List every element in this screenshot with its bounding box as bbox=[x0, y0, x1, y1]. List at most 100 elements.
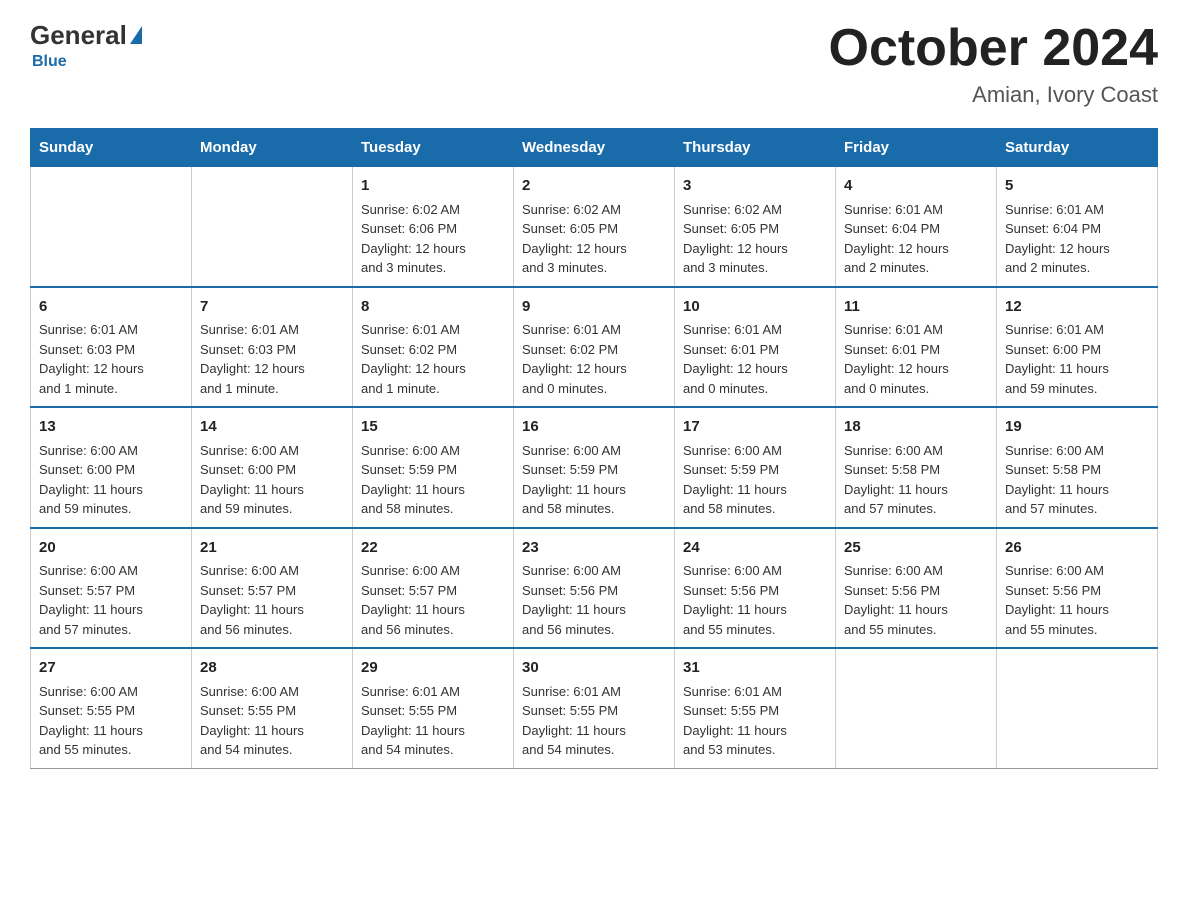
calendar-week-row: 20 Sunrise: 6:00 AM Sunset: 5:57 PM Dayli… bbox=[31, 528, 1158, 649]
weekday-header-thursday: Thursday bbox=[675, 129, 836, 167]
day-info: Sunrise: 6:00 AM Sunset: 5:59 PM Dayligh… bbox=[683, 443, 787, 517]
logo-triangle-icon bbox=[130, 26, 142, 44]
calendar-cell: 20 Sunrise: 6:00 AM Sunset: 5:57 PM Dayli… bbox=[31, 528, 192, 649]
location-title: Amian, Ivory Coast bbox=[829, 82, 1159, 108]
calendar-cell: 11Sunrise: 6:01 AM Sunset: 6:01 PM Dayli… bbox=[836, 287, 997, 408]
calendar-cell: 26 Sunrise: 6:00 AM Sunset: 5:56 PM Dayli… bbox=[997, 528, 1158, 649]
calendar-cell: 18 Sunrise: 6:00 AM Sunset: 5:58 PM Dayli… bbox=[836, 407, 997, 528]
day-number: 23 bbox=[522, 537, 666, 560]
calendar-cell: 31Sunrise: 6:01 AM Sunset: 5:55 PM Dayli… bbox=[675, 648, 836, 768]
logo-general: General bbox=[30, 20, 127, 51]
day-info: Sunrise: 6:01 AM Sunset: 6:01 PM Dayligh… bbox=[683, 322, 788, 396]
day-number: 18 bbox=[844, 416, 988, 439]
day-info: Sunrise: 6:01 AM Sunset: 6:04 PM Dayligh… bbox=[844, 202, 949, 276]
day-number: 1 bbox=[361, 175, 505, 198]
calendar-cell: 12Sunrise: 6:01 AM Sunset: 6:00 PM Dayli… bbox=[997, 287, 1158, 408]
day-info: Sunrise: 6:01 AM Sunset: 6:04 PM Dayligh… bbox=[1005, 202, 1110, 276]
day-info: Sunrise: 6:01 AM Sunset: 6:02 PM Dayligh… bbox=[522, 322, 627, 396]
calendar-cell: 17 Sunrise: 6:00 AM Sunset: 5:59 PM Dayli… bbox=[675, 407, 836, 528]
logo: General Blue bbox=[30, 20, 142, 71]
calendar-cell: 6 Sunrise: 6:01 AM Sunset: 6:03 PM Daylig… bbox=[31, 287, 192, 408]
day-number: 26 bbox=[1005, 537, 1149, 560]
calendar-week-row: 13Sunrise: 6:00 AM Sunset: 6:00 PM Dayli… bbox=[31, 407, 1158, 528]
calendar-week-row: 27 Sunrise: 6:00 AM Sunset: 5:55 PM Dayli… bbox=[31, 648, 1158, 768]
calendar-cell: 14Sunrise: 6:00 AM Sunset: 6:00 PM Dayli… bbox=[192, 407, 353, 528]
calendar-cell: 10 Sunrise: 6:01 AM Sunset: 6:01 PM Dayli… bbox=[675, 287, 836, 408]
day-info: Sunrise: 6:00 AM Sunset: 5:59 PM Dayligh… bbox=[361, 443, 465, 517]
calendar-cell: 1 Sunrise: 6:02 AM Sunset: 6:06 PM Daylig… bbox=[353, 167, 514, 287]
calendar-cell: 3 Sunrise: 6:02 AM Sunset: 6:05 PM Daylig… bbox=[675, 167, 836, 287]
weekday-header-wednesday: Wednesday bbox=[514, 129, 675, 167]
calendar-week-row: 6 Sunrise: 6:01 AM Sunset: 6:03 PM Daylig… bbox=[31, 287, 1158, 408]
logo-text: General bbox=[30, 20, 142, 51]
day-number: 11 bbox=[844, 296, 988, 319]
day-info: Sunrise: 6:00 AM Sunset: 5:57 PM Dayligh… bbox=[361, 563, 465, 637]
day-info: Sunrise: 6:00 AM Sunset: 5:57 PM Dayligh… bbox=[39, 563, 143, 637]
day-info: Sunrise: 6:00 AM Sunset: 5:55 PM Dayligh… bbox=[39, 684, 143, 758]
day-info: Sunrise: 6:01 AM Sunset: 6:00 PM Dayligh… bbox=[1005, 322, 1109, 396]
day-info: Sunrise: 6:02 AM Sunset: 6:05 PM Dayligh… bbox=[522, 202, 627, 276]
day-number: 2 bbox=[522, 175, 666, 198]
calendar-week-row: 1 Sunrise: 6:02 AM Sunset: 6:06 PM Daylig… bbox=[31, 167, 1158, 287]
day-number: 4 bbox=[844, 175, 988, 198]
day-info: Sunrise: 6:01 AM Sunset: 6:03 PM Dayligh… bbox=[39, 322, 144, 396]
day-number: 10 bbox=[683, 296, 827, 319]
weekday-header-saturday: Saturday bbox=[997, 129, 1158, 167]
day-info: Sunrise: 6:00 AM Sunset: 5:56 PM Dayligh… bbox=[1005, 563, 1109, 637]
calendar-cell: 5 Sunrise: 6:01 AM Sunset: 6:04 PM Daylig… bbox=[997, 167, 1158, 287]
calendar-cell: 27 Sunrise: 6:00 AM Sunset: 5:55 PM Dayli… bbox=[31, 648, 192, 768]
calendar-table: SundayMondayTuesdayWednesdayThursdayFrid… bbox=[30, 128, 1158, 769]
day-info: Sunrise: 6:01 AM Sunset: 5:55 PM Dayligh… bbox=[361, 684, 465, 758]
day-info: Sunrise: 6:00 AM Sunset: 6:00 PM Dayligh… bbox=[39, 443, 143, 517]
day-number: 9 bbox=[522, 296, 666, 319]
day-info: Sunrise: 6:02 AM Sunset: 6:05 PM Dayligh… bbox=[683, 202, 788, 276]
day-number: 27 bbox=[39, 657, 183, 680]
day-number: 22 bbox=[361, 537, 505, 560]
day-info: Sunrise: 6:01 AM Sunset: 5:55 PM Dayligh… bbox=[683, 684, 787, 758]
calendar-cell bbox=[836, 648, 997, 768]
calendar-cell: 4 Sunrise: 6:01 AM Sunset: 6:04 PM Daylig… bbox=[836, 167, 997, 287]
calendar-cell: 28Sunrise: 6:00 AM Sunset: 5:55 PM Dayli… bbox=[192, 648, 353, 768]
calendar-cell: 24 Sunrise: 6:00 AM Sunset: 5:56 PM Dayli… bbox=[675, 528, 836, 649]
calendar-cell: 22 Sunrise: 6:00 AM Sunset: 5:57 PM Dayli… bbox=[353, 528, 514, 649]
weekday-header-row: SundayMondayTuesdayWednesdayThursdayFrid… bbox=[31, 129, 1158, 167]
calendar-cell: 23 Sunrise: 6:00 AM Sunset: 5:56 PM Dayli… bbox=[514, 528, 675, 649]
calendar-cell: 30Sunrise: 6:01 AM Sunset: 5:55 PM Dayli… bbox=[514, 648, 675, 768]
day-info: Sunrise: 6:00 AM Sunset: 5:58 PM Dayligh… bbox=[844, 443, 948, 517]
day-number: 3 bbox=[683, 175, 827, 198]
day-number: 21 bbox=[200, 537, 344, 560]
calendar-cell: 7Sunrise: 6:01 AM Sunset: 6:03 PM Daylig… bbox=[192, 287, 353, 408]
day-number: 7 bbox=[200, 296, 344, 319]
weekday-header-sunday: Sunday bbox=[31, 129, 192, 167]
day-number: 20 bbox=[39, 537, 183, 560]
day-number: 24 bbox=[683, 537, 827, 560]
day-number: 19 bbox=[1005, 416, 1149, 439]
calendar-cell: 25 Sunrise: 6:00 AM Sunset: 5:56 PM Dayli… bbox=[836, 528, 997, 649]
day-number: 6 bbox=[39, 296, 183, 319]
calendar-cell: 19 Sunrise: 6:00 AM Sunset: 5:58 PM Dayli… bbox=[997, 407, 1158, 528]
calendar-cell: 9 Sunrise: 6:01 AM Sunset: 6:02 PM Daylig… bbox=[514, 287, 675, 408]
day-info: Sunrise: 6:00 AM Sunset: 5:56 PM Dayligh… bbox=[522, 563, 626, 637]
day-info: Sunrise: 6:00 AM Sunset: 6:00 PM Dayligh… bbox=[200, 443, 304, 517]
day-number: 17 bbox=[683, 416, 827, 439]
day-number: 29 bbox=[361, 657, 505, 680]
day-info: Sunrise: 6:00 AM Sunset: 5:59 PM Dayligh… bbox=[522, 443, 626, 517]
day-info: Sunrise: 6:00 AM Sunset: 5:57 PM Dayligh… bbox=[200, 563, 304, 637]
weekday-header-monday: Monday bbox=[192, 129, 353, 167]
day-number: 25 bbox=[844, 537, 988, 560]
day-info: Sunrise: 6:02 AM Sunset: 6:06 PM Dayligh… bbox=[361, 202, 466, 276]
day-info: Sunrise: 6:00 AM Sunset: 5:56 PM Dayligh… bbox=[844, 563, 948, 637]
day-number: 28 bbox=[200, 657, 344, 680]
day-info: Sunrise: 6:01 AM Sunset: 6:02 PM Dayligh… bbox=[361, 322, 466, 396]
day-number: 5 bbox=[1005, 175, 1149, 198]
day-number: 8 bbox=[361, 296, 505, 319]
calendar-cell: 29 Sunrise: 6:01 AM Sunset: 5:55 PM Dayli… bbox=[353, 648, 514, 768]
calendar-title-area: October 2024 Amian, Ivory Coast bbox=[829, 20, 1159, 108]
day-info: Sunrise: 6:00 AM Sunset: 5:56 PM Dayligh… bbox=[683, 563, 787, 637]
day-info: Sunrise: 6:00 AM Sunset: 5:58 PM Dayligh… bbox=[1005, 443, 1109, 517]
calendar-cell bbox=[31, 167, 192, 287]
page-header: General Blue October 2024 Amian, Ivory C… bbox=[30, 20, 1158, 108]
calendar-cell: 2 Sunrise: 6:02 AM Sunset: 6:05 PM Daylig… bbox=[514, 167, 675, 287]
day-info: Sunrise: 6:01 AM Sunset: 5:55 PM Dayligh… bbox=[522, 684, 626, 758]
calendar-cell bbox=[997, 648, 1158, 768]
